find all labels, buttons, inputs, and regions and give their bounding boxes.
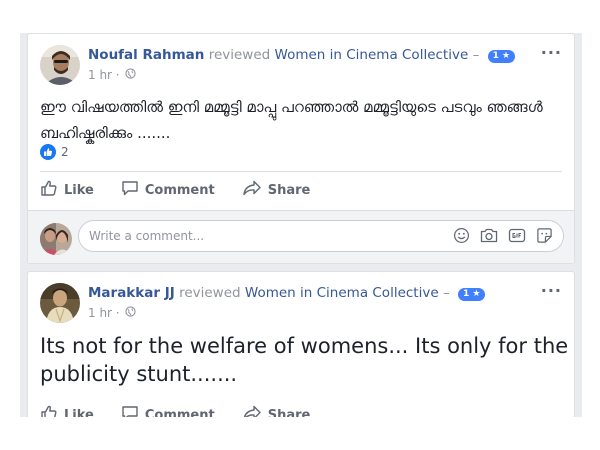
avatar bbox=[40, 223, 72, 255]
comment-input[interactable] bbox=[89, 227, 429, 245]
more-options-button[interactable]: ··· bbox=[541, 283, 562, 299]
like-reaction-icon bbox=[40, 144, 56, 160]
post-text: Its not for the welfare of womens... Its… bbox=[40, 334, 569, 386]
like-button[interactable]: Like bbox=[40, 404, 94, 417]
post-time[interactable]: 1 hr · bbox=[88, 306, 120, 320]
news-feed: Noufal Rahman reviewed Women in Cinema C… bbox=[20, 33, 582, 417]
share-button[interactable]: Share bbox=[242, 404, 311, 418]
thumbs-up-icon bbox=[40, 404, 58, 417]
more-options-button[interactable]: ··· bbox=[541, 45, 562, 61]
reaction-summary[interactable]: 2 bbox=[40, 144, 69, 160]
share-arrow-icon bbox=[242, 404, 262, 417]
share-label: Share bbox=[267, 407, 311, 418]
header-dash: – bbox=[442, 285, 450, 301]
post-header: Noufal Rahman reviewed Women in Cinema C… bbox=[88, 47, 516, 63]
header-dash: – bbox=[472, 47, 480, 63]
avatar[interactable] bbox=[40, 45, 80, 85]
camera-icon[interactable] bbox=[480, 227, 498, 248]
page-link[interactable]: Women in Cinema Collective bbox=[245, 285, 439, 301]
comment-tools bbox=[453, 227, 553, 248]
comment-label: Comment bbox=[144, 407, 215, 418]
comment-button[interactable]: Comment bbox=[121, 404, 215, 417]
like-label: Like bbox=[64, 182, 94, 198]
gif-icon[interactable] bbox=[508, 227, 526, 248]
thumbs-up-icon bbox=[40, 179, 58, 201]
divider bbox=[40, 171, 562, 172]
post-time[interactable]: 1 hr · bbox=[88, 68, 120, 82]
page-link[interactable]: Women in Cinema Collective bbox=[275, 47, 469, 63]
author-name[interactable]: Noufal Rahman bbox=[88, 47, 204, 63]
rating-badge: 1 ★ bbox=[457, 288, 486, 301]
comment-box bbox=[78, 220, 564, 252]
rating-badge: 1 ★ bbox=[487, 50, 516, 63]
sticker-icon[interactable] bbox=[536, 227, 553, 248]
like-count: 2 bbox=[61, 145, 69, 159]
post-text: ഈ വിഷയത്തിൽ ഇനി മമ്മൂട്ടി മാപ്പു പറഞ്ഞാൽ… bbox=[40, 98, 543, 142]
post-card: Marakkar JJ reviewed Women in Cinema Col… bbox=[27, 271, 575, 417]
post-meta: 1 hr · bbox=[88, 306, 136, 320]
like-button[interactable]: Like bbox=[40, 179, 94, 201]
post-meta: 1 hr · bbox=[88, 68, 136, 82]
like-label: Like bbox=[64, 407, 94, 418]
post-verb: reviewed bbox=[208, 47, 271, 63]
speech-bubble-icon bbox=[121, 404, 139, 417]
post-verb: reviewed bbox=[179, 285, 241, 301]
post-actions: Like Comment Share bbox=[40, 179, 337, 201]
emoji-icon[interactable] bbox=[453, 227, 470, 248]
post-actions: Like Comment Share bbox=[40, 404, 337, 417]
comment-button[interactable]: Comment bbox=[121, 179, 215, 201]
author-name[interactable]: Marakkar JJ bbox=[88, 285, 175, 301]
comment-section bbox=[28, 210, 574, 263]
globe-icon bbox=[124, 68, 136, 82]
comment-label: Comment bbox=[144, 182, 215, 198]
speech-bubble-icon bbox=[121, 179, 139, 201]
post-card: Noufal Rahman reviewed Women in Cinema C… bbox=[27, 33, 575, 264]
post-header: Marakkar JJ reviewed Women in Cinema Col… bbox=[88, 285, 486, 301]
share-button[interactable]: Share bbox=[242, 179, 311, 201]
globe-icon bbox=[124, 306, 136, 320]
share-arrow-icon bbox=[242, 179, 262, 201]
avatar[interactable] bbox=[40, 283, 80, 323]
share-label: Share bbox=[267, 182, 311, 198]
